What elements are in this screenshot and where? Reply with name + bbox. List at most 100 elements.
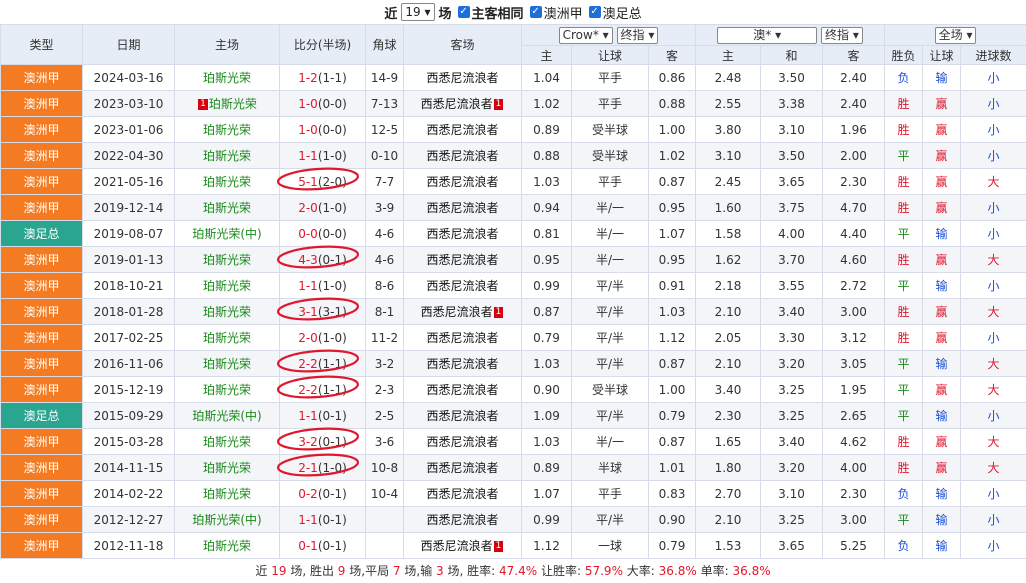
home-team-cell[interactable]: 珀斯光荣(中) — [175, 221, 280, 247]
away-team-cell[interactable]: 西悉尼流浪者 — [404, 481, 522, 507]
ffa-cup-checkbox[interactable]: ✓ — [589, 6, 601, 18]
odds-mode-select-2[interactable]: 终指 ▾ — [821, 27, 863, 44]
home-team-cell[interactable]: 1珀斯光荣 — [175, 91, 280, 117]
score-cell[interactable]: 3-2(0-1) — [280, 429, 366, 455]
euro-draw-odds: 3.38 — [761, 91, 823, 117]
score-cell[interactable]: 1-1(0-1) — [280, 403, 366, 429]
odds-mode-select-1[interactable]: 终指 ▾ — [617, 27, 659, 44]
away-team-cell[interactable]: 西悉尼流浪者 — [404, 65, 522, 91]
home-team-name: 珀斯光荣 — [203, 435, 251, 449]
home-team-cell[interactable]: 珀斯光荣 — [175, 299, 280, 325]
home-team-cell[interactable]: 珀斯光荣 — [175, 351, 280, 377]
date-cell: 2023-01-06 — [83, 117, 175, 143]
corner-cell: 8-6 — [366, 273, 404, 299]
home-team-cell[interactable]: 珀斯光荣 — [175, 117, 280, 143]
away-team-cell[interactable]: 西悉尼流浪者1 — [404, 533, 522, 559]
home-team-cell[interactable]: 珀斯光荣 — [175, 481, 280, 507]
score-cell[interactable]: 1-1(1-0) — [280, 143, 366, 169]
league-cell[interactable]: 澳洲甲 — [1, 351, 83, 377]
away-team-cell[interactable]: 西悉尼流浪者 — [404, 117, 522, 143]
league-cell[interactable]: 澳洲甲 — [1, 195, 83, 221]
home-team-cell[interactable]: 珀斯光荣 — [175, 325, 280, 351]
league-cell[interactable]: 澳洲甲 — [1, 533, 83, 559]
league-cell[interactable]: 澳足总 — [1, 221, 83, 247]
league-cell[interactable]: 澳洲甲 — [1, 299, 83, 325]
score-cell[interactable]: 2-1(1-0) — [280, 455, 366, 481]
league-cell[interactable]: 澳洲甲 — [1, 247, 83, 273]
away-team-cell[interactable]: 西悉尼流浪者 — [404, 169, 522, 195]
euro-home-odds: 2.55 — [696, 91, 761, 117]
away-team-cell[interactable]: 西悉尼流浪者 — [404, 273, 522, 299]
summary-bar: 近 19 场, 胜出 9 场,平局 7 场,输 3 场, 胜率: 47.4% 让… — [0, 558, 1026, 583]
score-cell[interactable]: 0-1(0-1) — [280, 533, 366, 559]
score-cell[interactable]: 0-0(0-0) — [280, 221, 366, 247]
home-team-cell[interactable]: 珀斯光荣(中) — [175, 403, 280, 429]
goals-result-cell: 大 — [961, 299, 1026, 325]
home-team-cell[interactable]: 珀斯光荣 — [175, 273, 280, 299]
away-team-cell[interactable]: 西悉尼流浪者 — [404, 455, 522, 481]
score-cell[interactable]: 1-0(0-0) — [280, 91, 366, 117]
home-team-cell[interactable]: 珀斯光荣 — [175, 169, 280, 195]
away-team-cell[interactable]: 西悉尼流浪者 — [404, 143, 522, 169]
away-team-cell[interactable]: 西悉尼流浪者 — [404, 403, 522, 429]
score-cell[interactable]: 2-0(1-0) — [280, 195, 366, 221]
bookmaker-select-2[interactable]: 澳* ▾ — [717, 27, 817, 44]
asian-home-odds: 0.79 — [522, 325, 572, 351]
league-cell[interactable]: 澳洲甲 — [1, 273, 83, 299]
corner-cell: 2-5 — [366, 403, 404, 429]
league-cell[interactable]: 澳洲甲 — [1, 455, 83, 481]
away-team-cell[interactable]: 西悉尼流浪者 — [404, 377, 522, 403]
home-team-cell[interactable]: 珀斯光荣 — [175, 377, 280, 403]
score-cell[interactable]: 2-2(1-1) — [280, 377, 366, 403]
league-cell[interactable]: 澳洲甲 — [1, 91, 83, 117]
home-team-cell[interactable]: 珀斯光荣 — [175, 533, 280, 559]
league-cell[interactable]: 澳洲甲 — [1, 481, 83, 507]
score-cell[interactable]: 1-2(1-1) — [280, 65, 366, 91]
home-team-cell[interactable]: 珀斯光荣 — [175, 195, 280, 221]
score-cell[interactable]: 2-0(1-0) — [280, 325, 366, 351]
away-team-cell[interactable]: 西悉尼流浪者 — [404, 195, 522, 221]
away-team-cell[interactable]: 西悉尼流浪者 — [404, 247, 522, 273]
home-team-cell[interactable]: 珀斯光荣 — [175, 429, 280, 455]
score-cell[interactable]: 0-2(0-1) — [280, 481, 366, 507]
match-count-select[interactable]: 19 ▾ — [401, 3, 434, 21]
half-score: (0-1) — [318, 435, 347, 449]
league-cell[interactable]: 澳洲甲 — [1, 143, 83, 169]
league-cell[interactable]: 澳洲甲 — [1, 117, 83, 143]
league-cell[interactable]: 澳洲甲 — [1, 169, 83, 195]
away-team-cell[interactable]: 西悉尼流浪者 — [404, 221, 522, 247]
score-cell[interactable]: 1-1(0-1) — [280, 507, 366, 533]
home-team-cell[interactable]: 珀斯光荣 — [175, 455, 280, 481]
away-team-cell[interactable]: 西悉尼流浪者 — [404, 507, 522, 533]
home-team-cell[interactable]: 珀斯光荣 — [175, 65, 280, 91]
away-team-cell[interactable]: 西悉尼流浪者 — [404, 429, 522, 455]
league-cell[interactable]: 澳洲甲 — [1, 325, 83, 351]
score-cell[interactable]: 2-2(1-1) — [280, 351, 366, 377]
sub-col-away-win: 客 — [823, 46, 885, 65]
euro-away-odds: 3.05 — [823, 351, 885, 377]
home-team-cell[interactable]: 珀斯光荣(中) — [175, 507, 280, 533]
league-cell[interactable]: 澳洲甲 — [1, 507, 83, 533]
handicap-line: 受半球 — [572, 377, 649, 403]
bookmaker-select-1[interactable]: Crow* ▾ — [559, 27, 613, 44]
away-team-cell[interactable]: 西悉尼流浪者1 — [404, 91, 522, 117]
league-cell[interactable]: 澳洲甲 — [1, 65, 83, 91]
score-cell[interactable]: 3-1(3-1) — [280, 299, 366, 325]
score-cell[interactable]: 4-3(0-1) — [280, 247, 366, 273]
score-cell[interactable]: 5-1(2-0) — [280, 169, 366, 195]
home-team-cell[interactable]: 珀斯光荣 — [175, 143, 280, 169]
away-team-cell[interactable]: 西悉尼流浪者 — [404, 325, 522, 351]
handicap-result-cell: 赢 — [923, 143, 961, 169]
red-card-badge: 1 — [494, 99, 504, 110]
scope-select[interactable]: 全场 ▾ — [935, 27, 977, 44]
score-cell[interactable]: 1-1(1-0) — [280, 273, 366, 299]
away-team-cell[interactable]: 西悉尼流浪者1 — [404, 299, 522, 325]
a-league-checkbox[interactable]: ✓ — [530, 6, 542, 18]
home-team-cell[interactable]: 珀斯光荣 — [175, 247, 280, 273]
away-team-cell[interactable]: 西悉尼流浪者 — [404, 351, 522, 377]
league-cell[interactable]: 澳洲甲 — [1, 429, 83, 455]
league-cell[interactable]: 澳洲甲 — [1, 377, 83, 403]
same-venue-checkbox[interactable]: ✓ — [458, 6, 470, 18]
score-cell[interactable]: 1-0(0-0) — [280, 117, 366, 143]
league-cell[interactable]: 澳足总 — [1, 403, 83, 429]
